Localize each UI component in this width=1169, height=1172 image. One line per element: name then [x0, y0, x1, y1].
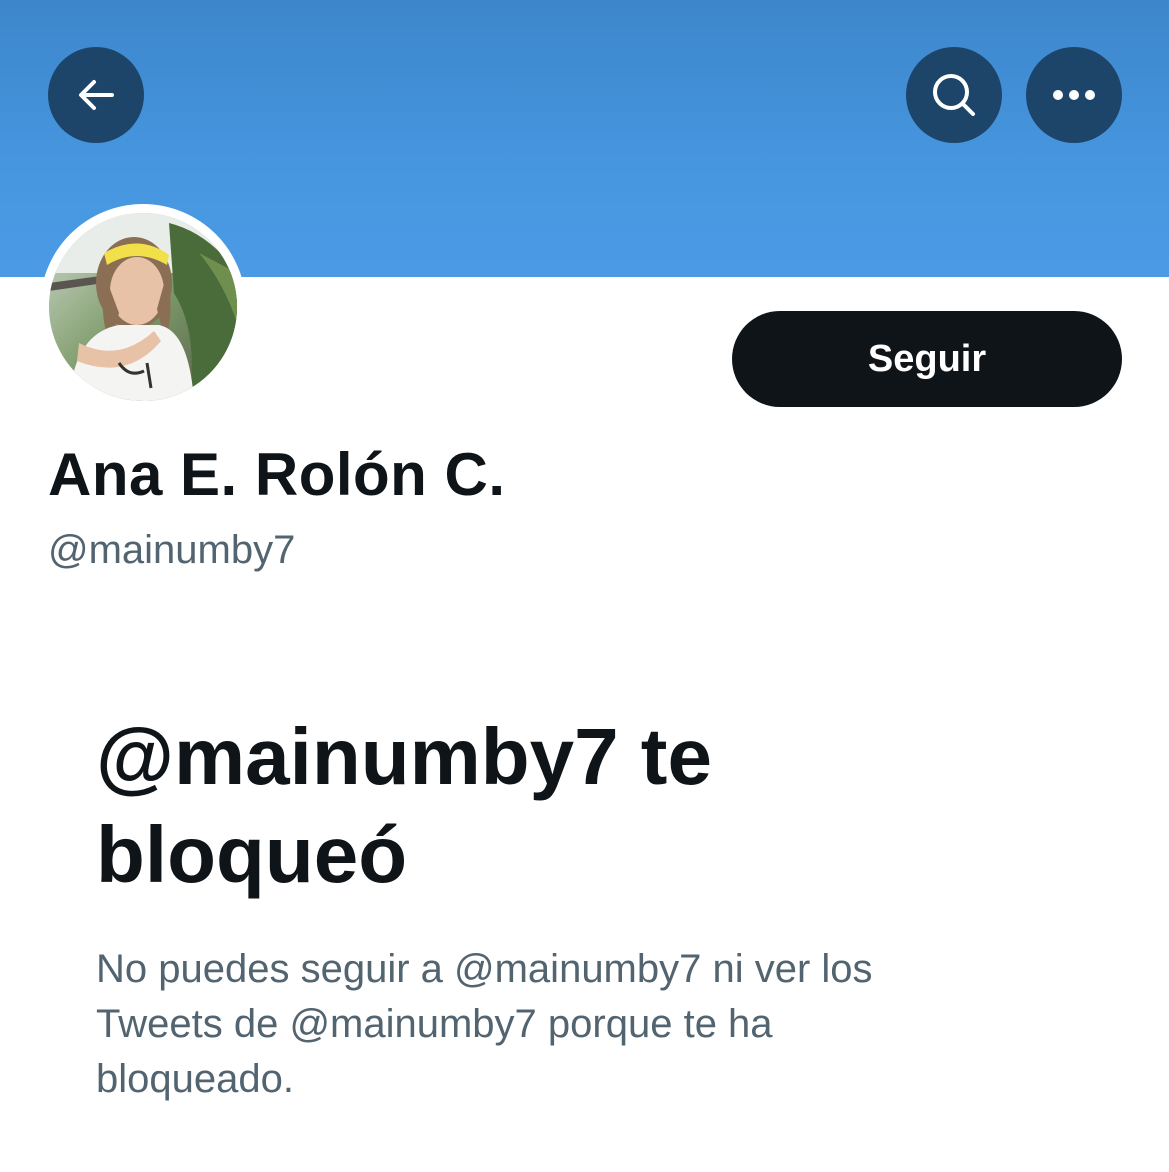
profile-display-name: Ana E. Rolón C. [48, 441, 506, 508]
follow-button[interactable]: Seguir [732, 311, 1122, 407]
profile-handle: @mainumby7 [48, 528, 296, 572]
back-button[interactable] [48, 47, 144, 143]
search-icon [933, 74, 975, 116]
profile-page: Seguir Ana E. Rolón C. @mainumby7 @mainu… [0, 0, 1169, 1172]
avatar-photo [49, 213, 237, 401]
more-options-button[interactable] [1026, 47, 1122, 143]
search-button[interactable] [906, 47, 1002, 143]
arrow-left-icon [79, 80, 114, 110]
avatar[interactable] [49, 213, 237, 401]
more-horizontal-icon [1053, 90, 1095, 100]
blocked-title: @mainumby7 te bloqueó [96, 712, 712, 899]
blocked-description: No puedes seguir a @mainumby7 ni ver los… [96, 947, 873, 1101]
avatar-frame [40, 204, 246, 410]
